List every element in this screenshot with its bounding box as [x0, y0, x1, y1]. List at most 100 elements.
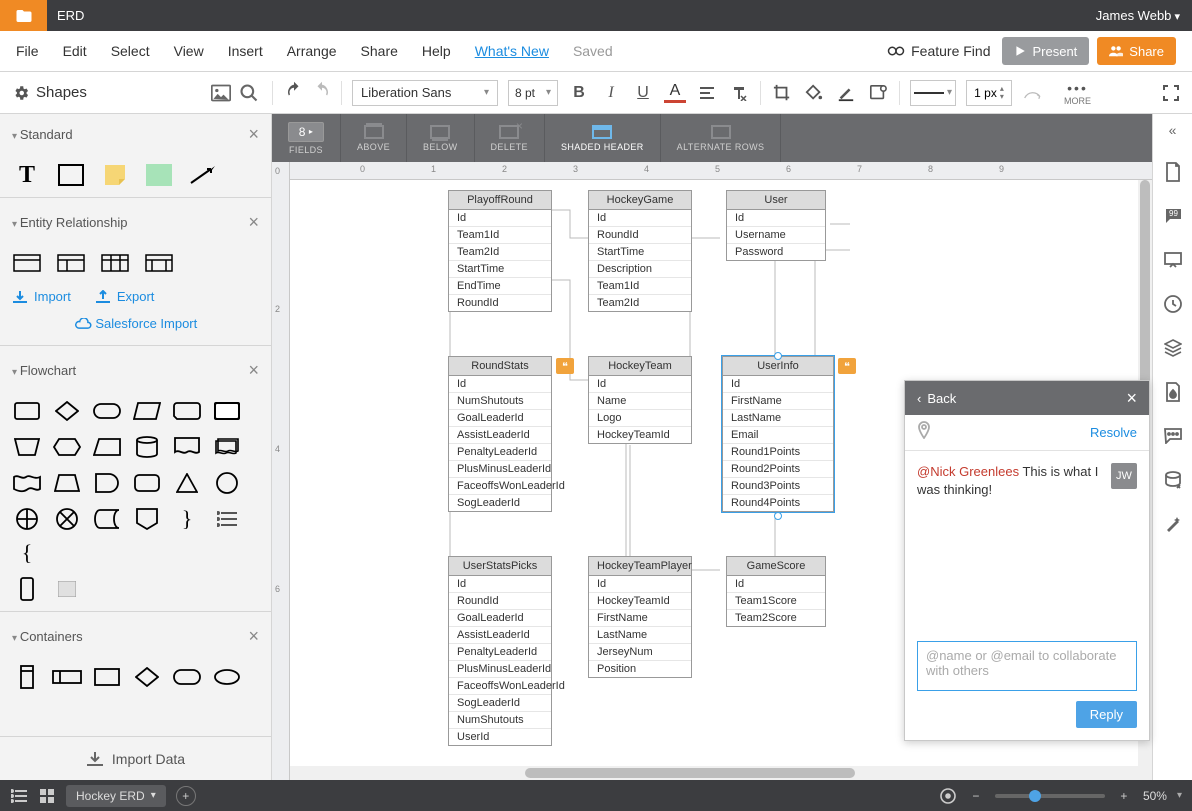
clear-format-button[interactable] [728, 82, 750, 104]
fc-hex[interactable] [52, 435, 82, 459]
document-title[interactable]: ERD [47, 8, 1096, 23]
more-button[interactable]: ••• MORE [1064, 80, 1091, 106]
cont-3[interactable] [92, 665, 122, 689]
fc-tape[interactable] [12, 471, 42, 495]
menu-share[interactable]: Share [361, 43, 398, 59]
fc-brace[interactable]: } [172, 507, 202, 531]
redo-button[interactable] [313, 81, 331, 104]
fc-stored[interactable] [92, 507, 122, 531]
grid-view-icon[interactable] [38, 787, 56, 805]
table-roundstats[interactable]: RoundStats Id NumShutouts GoalLeaderId A… [448, 356, 552, 512]
feature-find[interactable]: Feature Find [887, 43, 990, 59]
shaded-header-button[interactable]: SHADED HEADER [545, 114, 661, 162]
shapes-gear-icon[interactable] [12, 84, 30, 102]
fc-manual[interactable] [12, 435, 42, 459]
table-hockeygame[interactable]: HockeyGame Id RoundId StartTime Descript… [588, 190, 692, 312]
list-view-icon[interactable] [10, 787, 28, 805]
comment-marker[interactable]: ❝ [838, 358, 856, 374]
cont-4[interactable] [132, 665, 162, 689]
magic-icon[interactable] [1163, 514, 1183, 534]
fill-icon[interactable] [803, 82, 825, 104]
fc-circle[interactable] [212, 471, 242, 495]
fc-diamond[interactable] [52, 399, 82, 423]
close-icon[interactable]: × [248, 626, 259, 647]
line-width-select[interactable]: 1 px ▴▾ [966, 80, 1012, 106]
menu-arrange[interactable]: Arrange [287, 43, 337, 59]
section-er-header[interactable]: Entity Relationship × [12, 212, 259, 233]
menu-view[interactable]: View [174, 43, 204, 59]
fill-drop-icon[interactable] [1163, 382, 1183, 402]
fc-db[interactable] [132, 435, 162, 459]
folder-icon[interactable] [0, 0, 47, 31]
rect-shape[interactable] [56, 163, 86, 187]
table-hockeyteamplayer[interactable]: HockeyTeamPlayer Id HockeyTeamId FirstNa… [588, 556, 692, 678]
er-shape-1[interactable] [12, 251, 42, 275]
history-icon[interactable] [1163, 294, 1183, 314]
undo-button[interactable] [285, 81, 303, 104]
er-shape-4[interactable] [144, 251, 174, 275]
data-link-icon[interactable] [1163, 470, 1183, 490]
cont-5[interactable] [172, 665, 202, 689]
fc-display[interactable] [172, 399, 202, 423]
text-color-button[interactable]: A [664, 83, 686, 103]
fc-doc[interactable] [172, 435, 202, 459]
zoom-in-button[interactable]: + [1115, 787, 1133, 805]
arrow-shape[interactable] [188, 163, 218, 187]
share-button[interactable]: Share [1097, 37, 1176, 65]
pin-icon[interactable] [917, 421, 931, 444]
layers-icon[interactable] [1163, 338, 1183, 358]
import-data-button[interactable]: Import Data [0, 736, 271, 780]
insert-above-button[interactable]: ABOVE [341, 114, 407, 162]
fc-roundrect[interactable] [132, 471, 162, 495]
page-tab[interactable]: Hockey ERD ▾ [66, 785, 166, 807]
block-shape[interactable] [144, 163, 174, 187]
section-containers-header[interactable]: Containers × [12, 626, 259, 647]
comments-icon[interactable]: 99 [1163, 206, 1183, 226]
salesforce-import-link[interactable]: Salesforce Import [0, 312, 271, 341]
fc-trap[interactable] [52, 471, 82, 495]
page-icon[interactable] [1163, 162, 1183, 182]
line-arrow-icon[interactable] [1022, 82, 1044, 104]
font-family-select[interactable]: Liberation Sans ▾ [352, 80, 498, 106]
user-menu[interactable]: James Webb [1096, 8, 1192, 23]
crop-icon[interactable] [771, 82, 793, 104]
present-button[interactable]: Present [1002, 37, 1089, 65]
comment-close-button[interactable]: × [1126, 388, 1137, 409]
fc-tri[interactable] [172, 471, 202, 495]
menu-insert[interactable]: Insert [228, 43, 263, 59]
close-icon[interactable]: × [248, 124, 259, 145]
zoom-slider[interactable] [995, 794, 1105, 798]
section-flowchart-header[interactable]: Flowchart × [12, 360, 259, 381]
fc-brace2[interactable]: { [12, 541, 42, 565]
italic-button[interactable]: I [600, 82, 622, 104]
fc-sum[interactable] [12, 507, 42, 531]
line-style-select[interactable]: ▾ [910, 80, 956, 106]
fc-rect2[interactable] [52, 577, 82, 601]
fc-halfcircle[interactable] [92, 471, 122, 495]
insert-below-button[interactable]: BELOW [407, 114, 475, 162]
menu-select[interactable]: Select [111, 43, 150, 59]
zoom-target-icon[interactable] [939, 787, 957, 805]
menu-edit[interactable]: Edit [63, 43, 87, 59]
export-link[interactable]: Export [95, 289, 155, 304]
font-size-select[interactable]: 8 pt ▾ [508, 80, 558, 106]
cont-1[interactable] [12, 665, 42, 689]
er-shape-2[interactable] [56, 251, 86, 275]
zoom-value[interactable]: 50% [1143, 789, 1167, 803]
fc-delay2[interactable] [12, 577, 42, 601]
underline-button[interactable]: U [632, 82, 654, 104]
horizontal-scrollbar[interactable] [290, 766, 1152, 780]
comment-reply-button[interactable]: Reply [1076, 701, 1137, 728]
comment-marker[interactable]: ❝ [556, 358, 574, 374]
alternate-rows-button[interactable]: ALTERNATE ROWS [661, 114, 782, 162]
menu-whats-new[interactable]: What's New [475, 43, 549, 59]
fc-terminator[interactable] [92, 399, 122, 423]
align-button[interactable] [696, 82, 718, 104]
table-user[interactable]: User Id Username Password [726, 190, 826, 261]
fc-io[interactable] [92, 435, 122, 459]
zoom-out-button[interactable]: − [967, 787, 985, 805]
menu-help[interactable]: Help [422, 43, 451, 59]
menu-file[interactable]: File [16, 43, 39, 59]
note-shape[interactable] [100, 163, 130, 187]
table-userstatspicks[interactable]: UserStatsPicks Id RoundId GoalLeaderId A… [448, 556, 552, 746]
